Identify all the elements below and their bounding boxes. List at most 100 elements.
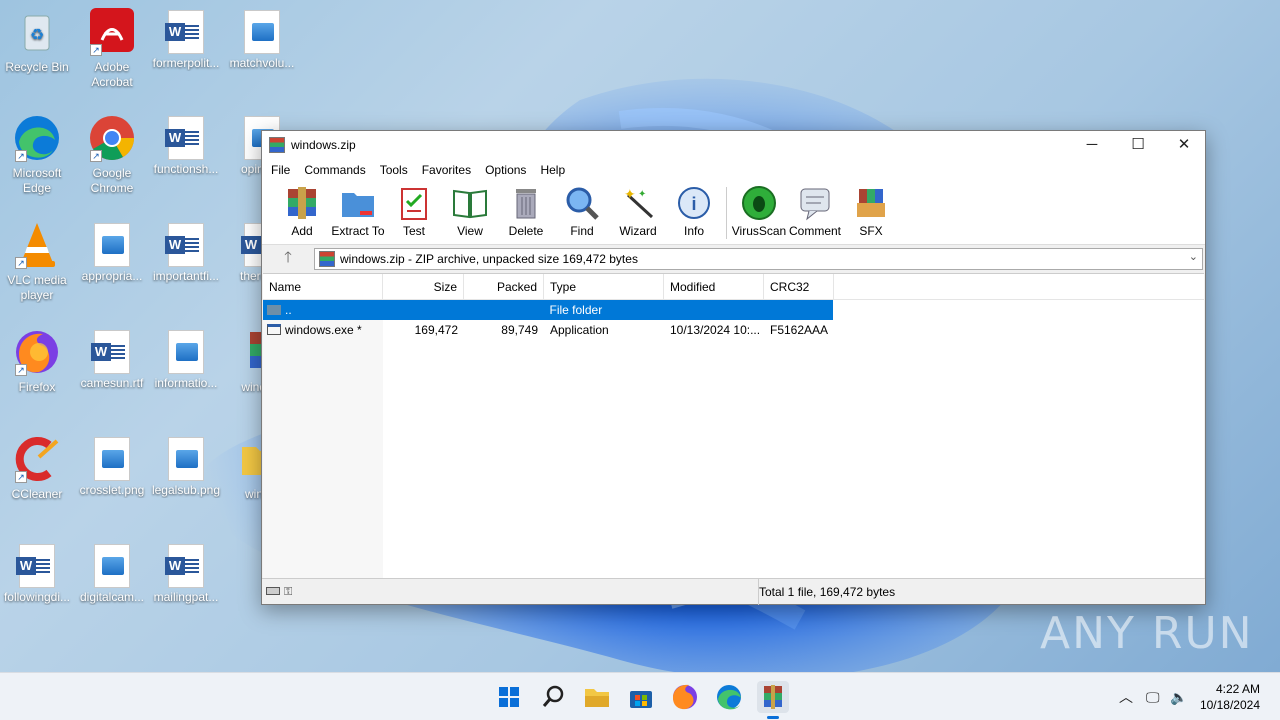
ccleaner-icon: ↗ [13, 435, 61, 483]
winrar-taskbar-button[interactable] [757, 681, 789, 719]
word-doc-icon: W [165, 116, 204, 160]
desktop-icon-vlc[interactable]: ↗ VLC media player [0, 221, 74, 303]
maximize-button[interactable]: ☐ [1115, 131, 1161, 159]
desktop-icon-followingdi[interactable]: W followingdi... [0, 542, 74, 605]
column-modified[interactable]: Modified [664, 274, 764, 300]
desktop-icon-formerpolit[interactable]: W formerpolit... [149, 8, 223, 71]
menu-options[interactable]: Options [478, 163, 533, 177]
word-doc-icon: W [165, 544, 204, 588]
wizard-button[interactable]: ✦ ✦ Wizard [610, 185, 666, 238]
desktop-icon-ccleaner[interactable]: ↗ CCleaner [0, 435, 74, 502]
column-type[interactable]: Type [544, 274, 664, 300]
virusscan-icon [741, 185, 777, 221]
test-icon [396, 185, 432, 221]
menu-favorites[interactable]: Favorites [415, 163, 478, 177]
word-doc-icon: W [16, 544, 55, 588]
zip-icon [319, 251, 335, 267]
column-crc32[interactable]: CRC32 [764, 274, 834, 300]
recycle-bin-icon: ♻ [13, 8, 61, 56]
desktop-icon-importantfi[interactable]: W importantfi... [149, 221, 223, 284]
comment-button[interactable]: Comment [787, 185, 843, 238]
delete-button[interactable]: Delete [498, 185, 554, 238]
desktop-icon-camesun[interactable]: W camesun.rtf [75, 328, 149, 391]
extract-to-button[interactable]: Extract To [330, 185, 386, 238]
chrome-icon: ↗ [88, 114, 136, 162]
address-field[interactable]: windows.zip - ZIP archive, unpacked size… [314, 248, 1203, 270]
clock[interactable]: 4:22 AM 10/18/2024 [1200, 681, 1260, 713]
word-doc-icon: W [91, 330, 130, 374]
column-name[interactable]: Name [263, 274, 383, 300]
desktop-icon-firefox[interactable]: ↗ Firefox [0, 328, 74, 395]
up-folder-button[interactable]: 🡑 [262, 247, 314, 272]
menu-commands[interactable]: Commands [297, 163, 372, 177]
start-button[interactable] [493, 681, 525, 713]
toolbar-separator [726, 187, 727, 239]
image-file-icon [94, 437, 130, 481]
image-file-icon [168, 437, 204, 481]
file-explorer-icon [585, 689, 609, 707]
sfx-button[interactable]: SFX [843, 185, 899, 238]
search-button[interactable] [537, 681, 569, 713]
store-button[interactable] [625, 681, 657, 713]
menu-help[interactable]: Help [533, 163, 572, 177]
clock-date: 10/18/2024 [1199, 698, 1260, 712]
clock-time: 4:22 AM [1215, 682, 1260, 696]
network-icon[interactable]: 🖵 [1146, 673, 1160, 720]
word-doc-icon: W [165, 10, 204, 54]
winrar-icon [764, 685, 782, 709]
start-icon [499, 687, 519, 707]
table-row[interactable]: .. File folder [263, 300, 833, 320]
menu-bar: File Commands Tools Favorites Options He… [262, 159, 1205, 181]
edge-icon: ↗ [13, 114, 61, 162]
image-file-icon [94, 544, 130, 588]
desktop-icon-adobe-acrobat[interactable]: ↗ Adobe Acrobat [75, 8, 149, 90]
desktop-icon-mailingpat[interactable]: W mailingpat... [149, 542, 223, 605]
delete-icon [508, 185, 544, 221]
minimize-button[interactable]: ─ [1069, 131, 1115, 159]
firefox-taskbar-button[interactable] [669, 681, 701, 713]
menu-tools[interactable]: Tools [373, 163, 415, 177]
desktop-icon-google-chrome[interactable]: ↗ Google Chrome [75, 114, 149, 196]
desktop-icon-crosslet[interactable]: crosslet.png [75, 435, 149, 498]
key-icon[interactable]: ⚿ [284, 586, 292, 599]
winrar-window: windows.zip ─ ☐ ✕ File Commands Tools Fa… [261, 130, 1206, 605]
virusscan-button[interactable]: VirusScan [731, 185, 787, 238]
title-bar[interactable]: windows.zip ─ ☐ ✕ [262, 131, 1205, 159]
edge-taskbar-button[interactable] [713, 681, 745, 713]
find-button[interactable]: Find [554, 185, 610, 238]
active-indicator [767, 716, 779, 719]
desktop-icon-recycle-bin[interactable]: ♻ Recycle Bin [0, 8, 74, 75]
vlc-icon: ↗ [13, 221, 61, 269]
chevron-down-icon[interactable]: ⌄ [1189, 250, 1198, 263]
application-icon [267, 324, 281, 335]
desktop-icon-functionsh[interactable]: W functionsh... [149, 114, 223, 177]
address-text: windows.zip - ZIP archive, unpacked size… [340, 252, 638, 266]
view-button[interactable]: View [442, 185, 498, 238]
table-row[interactable]: windows.exe * 169,472 89,749 Application… [263, 320, 1204, 340]
chevron-up-icon[interactable]: ︿ [1119, 673, 1133, 720]
test-button[interactable]: Test [386, 185, 442, 238]
desktop-icon-appropria[interactable]: appropria... [75, 221, 149, 284]
status-bar: ⚿ Total 1 file, 169,472 bytes [262, 578, 1205, 605]
desktop-icon-informatio[interactable]: informatio... [149, 328, 223, 391]
menu-file[interactable]: File [264, 163, 297, 177]
add-icon [284, 185, 320, 221]
folder-up-icon [267, 305, 281, 315]
close-button[interactable]: ✕ [1161, 131, 1207, 159]
info-button[interactable]: i Info [666, 185, 722, 238]
desktop-icon-microsoft-edge[interactable]: ↗ Microsoft Edge [0, 114, 74, 196]
column-packed[interactable]: Packed [464, 274, 544, 300]
desktop-icon-matchvolu[interactable]: matchvolu... [225, 8, 299, 71]
winrar-app-icon [269, 137, 285, 153]
info-icon: i [676, 185, 712, 221]
search-icon [542, 685, 564, 707]
add-button[interactable]: Add [274, 185, 330, 238]
find-icon [564, 185, 600, 221]
column-size[interactable]: Size [383, 274, 464, 300]
desktop-icon-legalsub[interactable]: legalsub.png [149, 435, 223, 498]
volume-icon[interactable]: 🔈 [1170, 673, 1187, 720]
firefox-icon: ↗ [13, 328, 61, 376]
file-explorer-button[interactable] [581, 681, 613, 713]
word-doc-icon: W [165, 223, 204, 267]
desktop-icon-digitalcam[interactable]: digitalcam... [75, 542, 149, 605]
